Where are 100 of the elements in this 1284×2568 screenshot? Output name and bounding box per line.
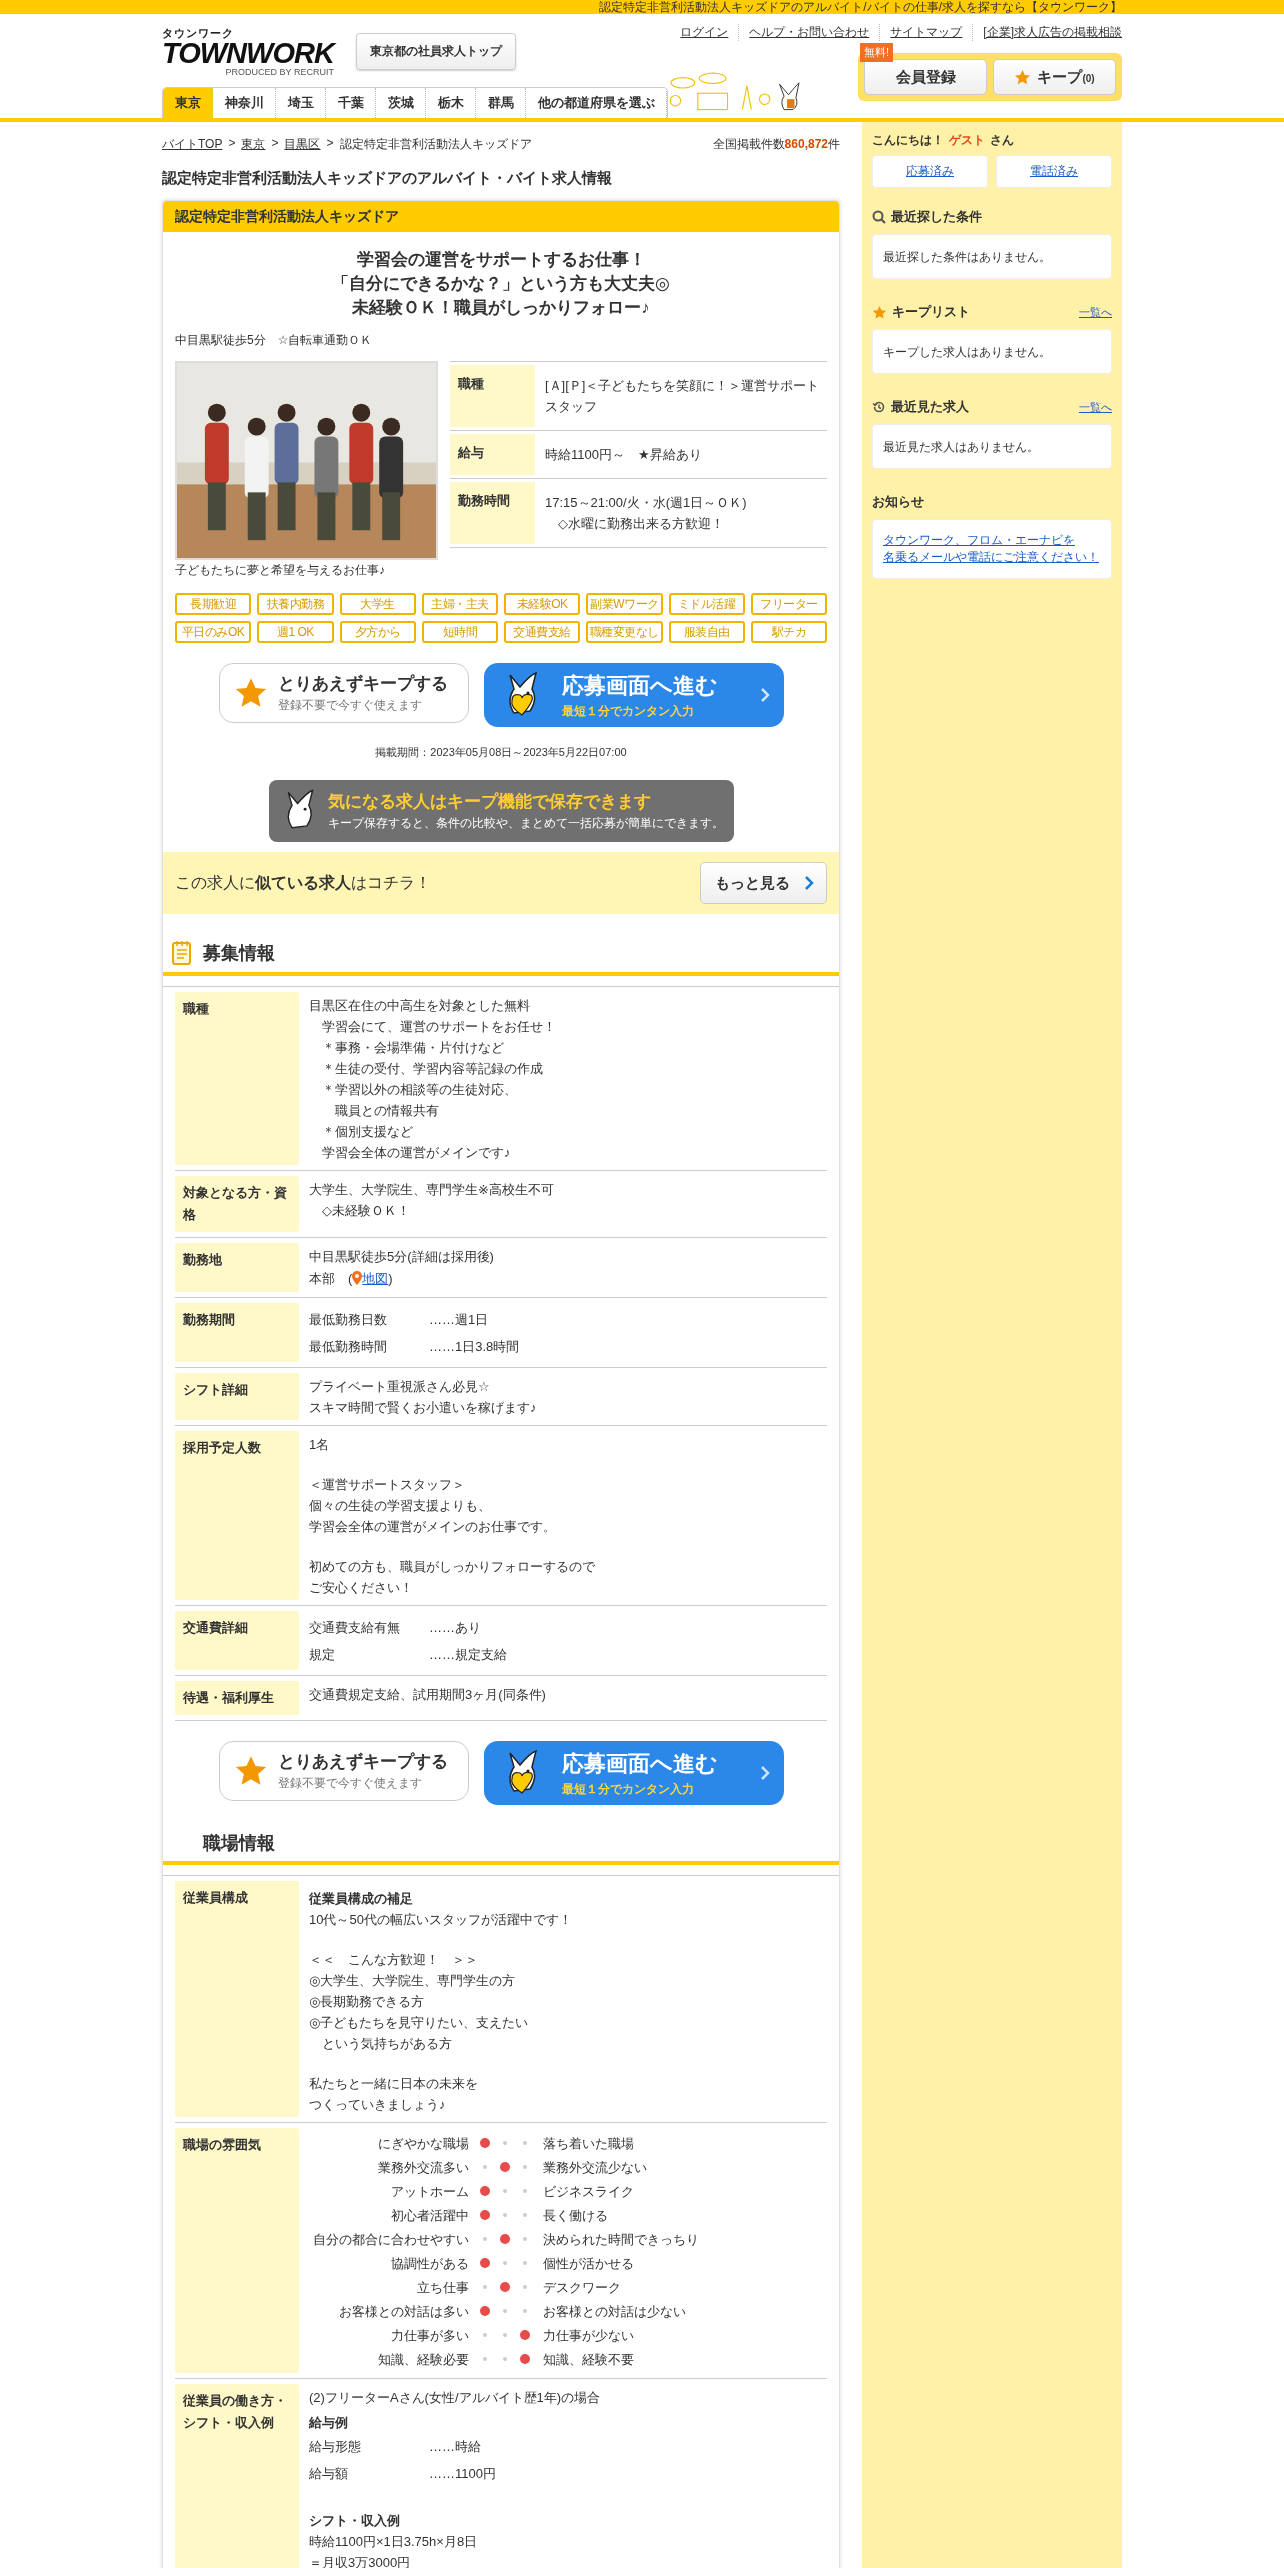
user-name: ゲスト xyxy=(949,132,985,149)
region-tab[interactable]: 東京 xyxy=(163,88,213,118)
breadcrumb-link[interactable]: 目黒区 xyxy=(284,136,321,153)
detail-text: ◎子どもたちを見守りたい、支えたい xyxy=(309,2014,530,2032)
notice-link[interactable]: 名乗るメールや電話にご注意ください！ xyxy=(883,549,1101,566)
view-all-link[interactable]: 一覧へ xyxy=(1079,399,1112,415)
chevron-right-icon xyxy=(759,1766,770,1780)
feature-tag: 未経験OK xyxy=(504,593,581,615)
detail-text: ＊学習以外の相談等の生徒対応、 xyxy=(321,1081,518,1099)
detail-key: 最低勤務時間 xyxy=(309,1333,429,1360)
detail-text: ＊生徒の受付、学習内容等記録の作成 xyxy=(321,1060,544,1078)
scale-right-label: 決められた時間できっちり xyxy=(542,2230,700,2249)
apply-button[interactable]: 応募画面へ進む 最短１分でカンタン入力 xyxy=(483,1741,784,1805)
feature-tag: 短時間 xyxy=(421,621,498,643)
feature-tag: 長期歓迎 xyxy=(175,593,252,615)
history-button[interactable]: 応募済み xyxy=(872,155,988,188)
register-button[interactable]: 会員登録 xyxy=(864,59,987,95)
header-link[interactable]: サイトマップ xyxy=(879,24,973,41)
search-icon xyxy=(872,210,886,224)
notice-link[interactable]: タウンワーク、フロム・エーナビを xyxy=(883,532,1101,549)
breadcrumb-link[interactable]: 東京 xyxy=(241,136,266,153)
keep-button[interactable]: とりあえずキープする 登録不要で今すぐ使えます xyxy=(218,1741,469,1801)
panel-message: キープした求人はありません。 xyxy=(883,345,1051,359)
row-label: 職種 xyxy=(175,992,299,1165)
scale-left-label: 業務外交流多い xyxy=(377,2158,470,2177)
detail-text: ＝月収3万3000円 xyxy=(309,2554,412,2568)
detail-value: ……時給 xyxy=(429,2438,481,2456)
feature-tag: 夕方から xyxy=(339,621,416,643)
view-all-link[interactable]: 一覧へ xyxy=(1079,304,1112,320)
header-link[interactable]: ログイン xyxy=(670,24,739,41)
summary-label: 給与 xyxy=(450,434,535,475)
keep-list-button[interactable]: キープ(0) xyxy=(993,59,1116,95)
breadcrumb-link[interactable]: バイトTOP xyxy=(162,136,223,153)
detail-text: 目黒区在住の中高生を対象とした無料 xyxy=(309,997,531,1015)
company-name: 認定特定非営利活動法人キッズドア xyxy=(163,201,839,232)
scale-left-label: 知識、経験必要 xyxy=(377,2350,470,2369)
header-link[interactable]: [企業]求人広告の掲載相談 xyxy=(972,24,1122,41)
detail-text: 時給1100円×1日3.75h×月8日 xyxy=(309,2533,479,2551)
keep-button[interactable]: とりあえずキープする 登録不要で今すぐ使えます xyxy=(218,663,469,723)
history-button[interactable]: 電話済み xyxy=(996,155,1112,188)
feature-tag: 主婦・主夫 xyxy=(421,593,498,615)
detail-key: 交通費支給有無 xyxy=(309,1614,429,1641)
detail-text: プライベート重視派さん必見☆ xyxy=(309,1378,491,1396)
detail-text: (2)フリーターAさん(女性/アルバイト歴1年)の場合 xyxy=(309,2389,602,2407)
summary-value: [Ａ][Ｐ]＜子どもたちを笑顔に！＞運営サポートスタッフ xyxy=(545,377,821,416)
row-label: 対象となる方・資格 xyxy=(175,1176,299,1232)
more-button[interactable]: もっと見る xyxy=(700,862,827,904)
greeting-text: こんにちは！ xyxy=(872,132,944,149)
panel-title: 最近見た求人 xyxy=(891,398,969,416)
map-link[interactable]: 地図 xyxy=(362,1267,389,1290)
scale-left-label: 立ち仕事 xyxy=(416,2278,470,2297)
job-catchphrase: 学習会の運営をサポートするお仕事！ 「自分にできるかな？」という方も大丈夫◎ 未経験ＯＫ！職員がしっかりフォロー♪ xyxy=(331,249,671,319)
header-link[interactable]: ヘルプ・お問い合わせ xyxy=(738,24,880,41)
detail-text: 学習会全体の運営がメインのお仕事です。 xyxy=(309,1518,557,1536)
detail-key: 規定 xyxy=(309,1641,429,1668)
row-label: 交通費詳細 xyxy=(175,1611,299,1670)
feature-tag: 大学生 xyxy=(339,593,416,615)
scale-right-label: ビジネスライク xyxy=(542,2182,635,2201)
scale-left-label: 協調性がある xyxy=(390,2254,470,2273)
panel-message: 最近探した条件はありません。 xyxy=(883,250,1051,264)
detail-text: 10代～50代の幅広いスタッフが活躍中です！ xyxy=(309,1911,573,1929)
breadcrumb-separator: > xyxy=(228,136,236,152)
row-label: 勤務地 xyxy=(175,1243,299,1292)
promo-title: 気になる求人はキープ機能で保存できます xyxy=(327,791,652,813)
scale-left-label: アットホーム xyxy=(390,2182,470,2201)
detail-text: 大学生、大学院生、専門学生※高校生不可 xyxy=(309,1181,555,1199)
detail-text: ＜＜ こんな方歓迎！ ＞＞ xyxy=(309,1951,479,1969)
photo-caption: 子どもたちに夢と希望を与えるお仕事♪ xyxy=(175,562,386,579)
employee-jobs-button[interactable]: 東京都の社員求人トップ xyxy=(355,33,516,70)
detail-text: 学習会全体の運営がメインです♪ xyxy=(321,1144,512,1162)
breadcrumb-separator: > xyxy=(326,136,334,152)
promo-text: キープ保存すると、条件の比較や、まとめて一括応募が簡単にできます。 xyxy=(327,815,724,832)
row-label: 勤務期間 xyxy=(175,1303,299,1362)
detail-text: 私たちと一緒に日本の未来を xyxy=(309,2075,479,2093)
feature-tag: 駅チカ xyxy=(750,621,827,643)
access-text: 中目黒駅徒歩5分 ☆自転車通勤ＯＫ xyxy=(175,332,374,349)
detail-key: 最低勤務日数 xyxy=(309,1306,429,1333)
row-label: 従業員構成 xyxy=(175,1881,299,2117)
star-icon xyxy=(1014,68,1032,86)
feature-tag: ミドル活躍 xyxy=(668,593,745,615)
detail-value: ……1日3.8時間 xyxy=(429,1338,520,1356)
detail-text: ＊事務・会場準備・片付けなど xyxy=(321,1039,505,1057)
scale-right-label: 知識、経験不要 xyxy=(542,2350,635,2369)
detail-text: 初めての方も、職員がしっかりフォローするので xyxy=(309,1558,596,1576)
apply-button[interactable]: 応募画面へ進む 最短１分でカンタン入力 xyxy=(483,663,784,727)
scale-right-label: お客様との対話は少ない xyxy=(542,2302,687,2321)
posting-period: 掲載期間：2023年05月08日～2023年5月22日07:00 xyxy=(374,745,628,760)
detail-text: スキマ時間で賢くお小遣いを稼げます♪ xyxy=(309,1399,538,1417)
breadcrumb-current: 認定特定非営利活動法人キッズドア xyxy=(339,136,532,153)
chevron-right-icon xyxy=(759,688,770,702)
feature-tag: フリーター xyxy=(750,593,827,615)
similar-jobs-text: この求人に似ている求人はコチラ！ xyxy=(175,872,431,893)
row-label: シフト詳細 xyxy=(175,1373,299,1420)
panel-title: 最近探した条件 xyxy=(891,208,982,226)
detail-text: つくっていきましょう♪ xyxy=(309,2096,447,2114)
breadcrumb-separator: > xyxy=(271,136,279,152)
summary-label: 職種 xyxy=(450,365,535,427)
place-text: ) xyxy=(388,1270,393,1288)
detail-heading: 給与例 xyxy=(309,2414,349,2432)
scale-right-label: 落ち着いた職場 xyxy=(542,2134,635,2153)
